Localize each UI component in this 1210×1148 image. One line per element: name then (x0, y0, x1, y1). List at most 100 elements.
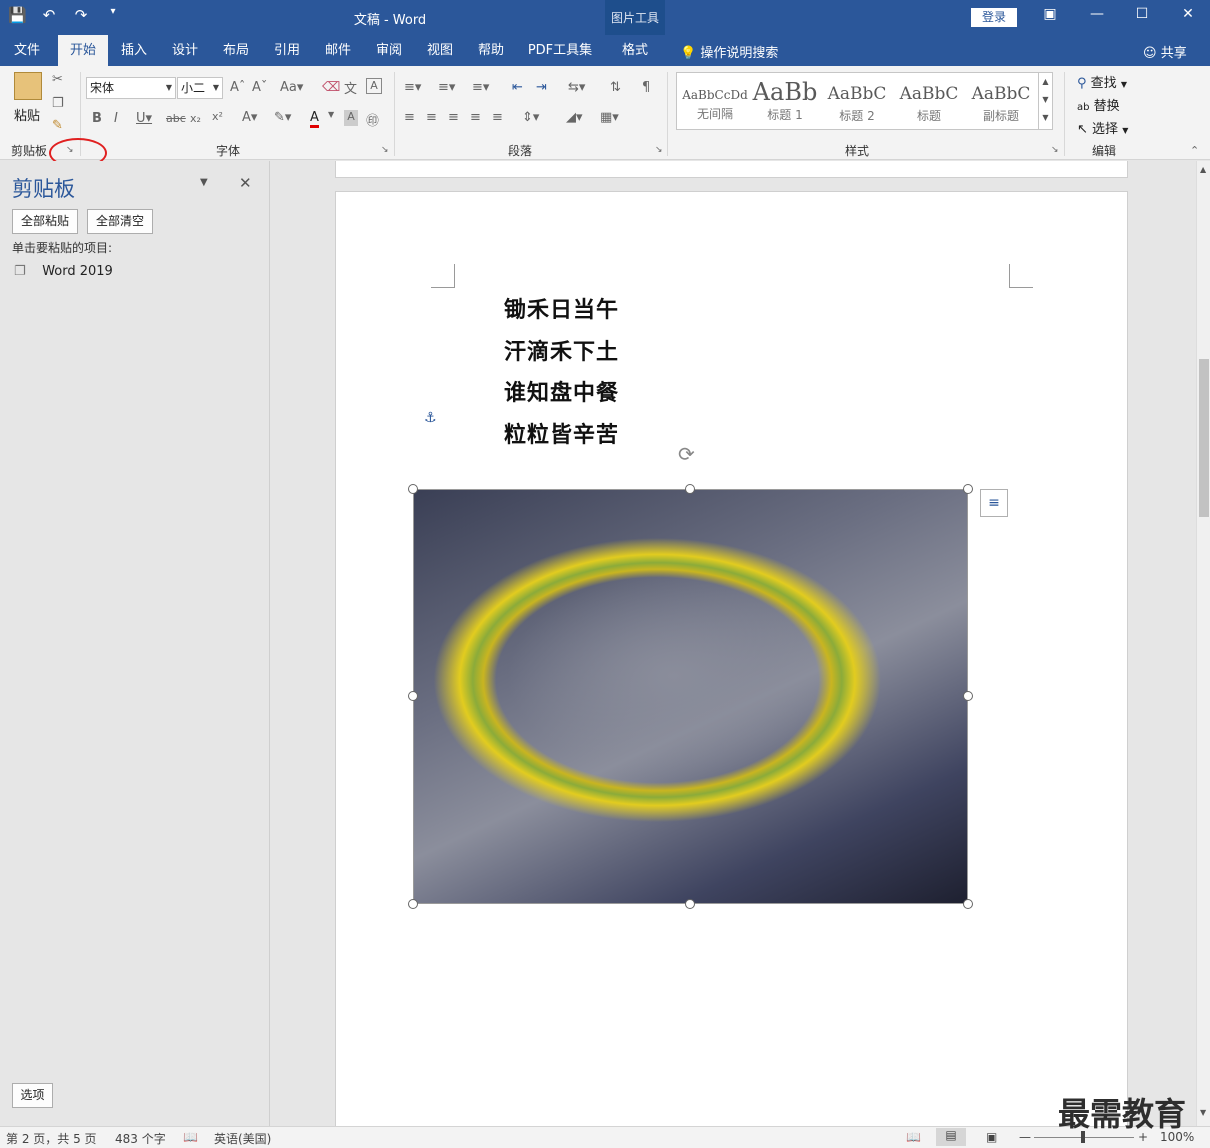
tab-format[interactable]: 格式 (608, 35, 662, 66)
poem-line[interactable]: 锄禾日当午 (504, 292, 619, 324)
style-no-spacing[interactable]: AaBbCcDd 无间隔 (681, 76, 749, 126)
bullets-icon[interactable]: ≡▾ (404, 80, 421, 95)
rotate-handle-icon[interactable]: ⟳ (678, 442, 695, 466)
change-case-icon[interactable]: Aa▾ (280, 80, 303, 95)
justify-icon[interactable]: ≡ (470, 110, 481, 125)
tab-mailings[interactable]: 邮件 (316, 35, 360, 66)
style-heading-2[interactable]: AaBbC 标题 2 (823, 76, 891, 126)
increase-indent-icon[interactable]: ⇥ (536, 80, 547, 95)
font-launcher-icon[interactable]: ↘ (381, 145, 389, 155)
paste-all-button[interactable]: 全部粘贴 (12, 209, 78, 234)
strikethrough-icon[interactable]: abc (166, 112, 186, 125)
resize-handle[interactable] (685, 899, 695, 909)
scroll-thumb[interactable] (1199, 359, 1209, 517)
font-name-combo[interactable]: 宋体 ▼ (86, 77, 176, 99)
scroll-down-icon[interactable]: ▼ (1200, 1108, 1206, 1117)
tab-view[interactable]: 视图 (418, 35, 462, 66)
resize-handle[interactable] (963, 484, 973, 494)
align-right-icon[interactable]: ≡ (448, 110, 459, 125)
tab-pdf-tools[interactable]: PDF工具集 (522, 35, 598, 66)
cut-icon[interactable]: ✂ (52, 72, 63, 87)
borders-icon[interactable]: ▦▾ (600, 110, 619, 125)
pane-close-icon[interactable]: ✕ (239, 174, 252, 192)
paste-label[interactable]: 粘贴 (14, 105, 40, 124)
tab-design[interactable]: 设计 (163, 35, 207, 66)
numbering-icon[interactable]: ≡▾ (438, 80, 455, 95)
style-subtitle[interactable]: AaBbC 副标题 (967, 76, 1035, 126)
text-effects-icon[interactable]: A▾ (242, 110, 257, 125)
phonetic-guide-icon[interactable]: 文 (344, 78, 357, 97)
character-border-icon[interactable]: A (366, 78, 382, 94)
page-count[interactable]: 第 2 页，共 5 页 (6, 1130, 97, 1147)
line-spacing-icon[interactable]: ⇕▾ (522, 110, 539, 125)
resize-handle[interactable] (963, 899, 973, 909)
tab-layout[interactable]: 布局 (214, 35, 258, 66)
login-button[interactable]: 登录 (971, 8, 1017, 27)
print-layout-icon[interactable]: ▤ (936, 1128, 966, 1146)
sort-icon[interactable]: ⇅ (610, 80, 621, 95)
copy-icon[interactable]: ❐ (52, 96, 64, 111)
enclose-characters-icon[interactable]: ㊞ (366, 110, 379, 129)
share-button[interactable]: ☺ 共享 (1143, 42, 1187, 61)
superscript-icon[interactable]: x² (212, 110, 223, 123)
italic-icon[interactable]: I (114, 111, 118, 126)
pane-options-chevron-icon[interactable]: ▼ (200, 177, 208, 188)
resize-handle[interactable] (408, 899, 418, 909)
select-button[interactable]: ↖ 选择 ▼ (1077, 118, 1128, 137)
word-count[interactable]: 483 个字 (115, 1130, 166, 1147)
tab-review[interactable]: 审阅 (367, 35, 411, 66)
minimize-icon[interactable]: — (1085, 6, 1109, 22)
close-icon[interactable]: ✕ (1176, 6, 1200, 22)
styles-launcher-icon[interactable]: ↘ (1051, 145, 1059, 155)
replace-button[interactable]: ab 替换 (1077, 95, 1120, 114)
find-button[interactable]: ⚲ 查找 ▼ (1077, 72, 1127, 91)
resize-handle[interactable] (408, 691, 418, 701)
scroll-up-icon[interactable]: ▲ (1200, 165, 1206, 174)
align-center-icon[interactable]: ≡ (426, 110, 437, 125)
underline-icon[interactable]: U▾ (136, 111, 152, 126)
options-button[interactable]: 选项 (12, 1083, 53, 1108)
resize-handle[interactable] (408, 484, 418, 494)
show-marks-icon[interactable]: ¶ (642, 80, 650, 95)
tell-me-search[interactable]: 💡 操作说明搜索 (680, 42, 778, 61)
language[interactable]: 英语(美国) (214, 1130, 271, 1147)
maximize-icon[interactable]: ☐ (1130, 6, 1154, 22)
distributed-icon[interactable]: ≡ (492, 110, 503, 125)
font-size-combo[interactable]: 小二 ▼ (177, 77, 223, 99)
tab-home[interactable]: 开始 (58, 35, 108, 66)
read-mode-icon[interactable]: 📖 (906, 1130, 921, 1144)
collapse-ribbon-icon[interactable]: ⌃ (1190, 144, 1199, 157)
format-painter-icon[interactable]: ✎ (52, 118, 63, 133)
vertical-scrollbar[interactable]: ▲ ▼ (1196, 161, 1210, 1126)
layout-options-icon[interactable]: ≡ (980, 489, 1008, 517)
clipboard-item[interactable]: ❐ Word 2019 (14, 264, 113, 279)
styles-scroll[interactable]: ▲ ▼ ▼ (1038, 73, 1052, 129)
clear-all-button[interactable]: 全部清空 (87, 209, 153, 234)
web-layout-icon[interactable]: ▣ (986, 1130, 997, 1144)
clear-formatting-icon[interactable]: ⌫ (322, 80, 340, 95)
tab-references[interactable]: 引用 (265, 35, 309, 66)
align-left-icon[interactable]: ≡ (404, 110, 415, 125)
poem-line[interactable]: 谁知盘中餐 (504, 375, 619, 407)
document-page[interactable]: 锄禾日当午 汗滴禾下土 谁知盘中餐 粒粒皆辛苦 ⚓ ⟳ ≡ (335, 191, 1128, 1126)
style-heading-1[interactable]: AaBb 标题 1 (751, 76, 819, 126)
font-color-icon[interactable]: A (310, 110, 319, 128)
tab-file[interactable]: 文件 (4, 35, 50, 66)
highlight-icon[interactable]: ✎▾ (274, 110, 291, 125)
grow-font-icon[interactable]: Aˆ (230, 80, 245, 95)
chinese-layout-icon[interactable]: ⇆▾ (568, 80, 585, 95)
chevron-down-icon[interactable]: ▼ (328, 110, 334, 119)
shading-icon[interactable]: ◢▾ (566, 110, 583, 125)
style-title[interactable]: AaBbC 标题 (895, 76, 963, 126)
zoom-out-icon[interactable]: — (1019, 1130, 1031, 1144)
bold-icon[interactable]: B (92, 111, 102, 126)
proofing-icon[interactable]: 📖 (183, 1130, 198, 1144)
multilevel-list-icon[interactable]: ≡▾ (472, 80, 489, 95)
poem-line[interactable]: 粒粒皆辛苦 (504, 417, 619, 449)
resize-handle[interactable] (963, 691, 973, 701)
ribbon-display-options-icon[interactable]: ▣ (1038, 6, 1062, 22)
decrease-indent-icon[interactable]: ⇤ (512, 80, 523, 95)
tab-help[interactable]: 帮助 (469, 35, 513, 66)
resize-handle[interactable] (685, 484, 695, 494)
shrink-font-icon[interactable]: Aˇ (252, 80, 267, 95)
